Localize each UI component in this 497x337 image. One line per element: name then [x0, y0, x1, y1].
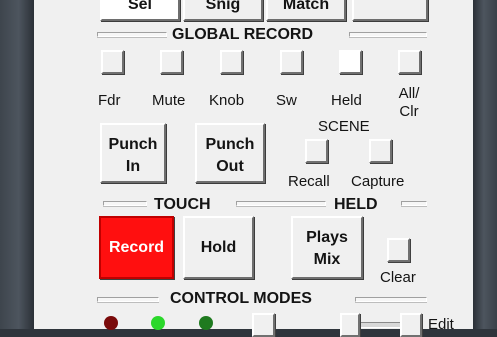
global-record-all-clr-toggle[interactable] [398, 50, 421, 74]
punch-in-label-line2: In [125, 158, 141, 175]
hold-button[interactable]: Hold [183, 216, 254, 279]
header-line [97, 297, 159, 302]
led-indicator-green [151, 316, 165, 330]
scene-label: SCENE [318, 118, 370, 135]
edit-label: Edit [428, 316, 454, 333]
capture-label: Capture [351, 173, 405, 190]
global-record-held-toggle[interactable] [339, 50, 362, 74]
punch-out-label-line1: Punch [205, 136, 255, 153]
clear-button[interactable] [387, 238, 410, 262]
header-line [103, 201, 147, 206]
top-button-snig[interactable]: Snig [183, 0, 263, 21]
top-button-label: Match [282, 0, 330, 13]
record-label: Record [108, 239, 165, 256]
fdr-label: Fdr [98, 92, 121, 109]
all-clr-label-line2: Clr [399, 103, 419, 120]
record-button[interactable]: Record [99, 216, 174, 279]
led-indicator-red [104, 316, 118, 330]
clear-label: Clear [380, 269, 416, 286]
knob-label: Knob [209, 92, 245, 109]
punch-out-label-line2: Out [216, 158, 244, 175]
scene-recall-button[interactable] [305, 139, 328, 163]
touch-header: TOUCH [154, 196, 211, 213]
header-line [355, 297, 427, 302]
top-button-label: Sel [127, 0, 152, 13]
plays-mix-label-line1: Plays [306, 229, 348, 246]
scene-capture-button[interactable] [369, 139, 392, 163]
top-button-blank[interactable] [352, 0, 428, 21]
hold-label: Hold [200, 239, 237, 256]
global-record-sw-toggle[interactable] [280, 50, 303, 74]
plays-mix-label-line2: Mix [313, 251, 341, 268]
punch-out-button[interactable]: Punch Out [195, 123, 265, 183]
top-button-label: Snig [205, 0, 241, 13]
global-record-mute-toggle[interactable] [160, 50, 183, 74]
header-line [401, 201, 427, 206]
global-record-fdr-toggle[interactable] [101, 50, 124, 74]
top-button-sel[interactable]: Sel [100, 0, 180, 21]
control-mode-toggle[interactable] [252, 313, 275, 337]
top-button-match[interactable]: Match [266, 0, 346, 21]
edit-slider-thumb[interactable] [340, 313, 360, 337]
led-indicator-dark-green [199, 316, 213, 330]
global-record-knob-toggle[interactable] [220, 50, 243, 74]
held-header: HELD [334, 196, 378, 213]
sw-label: Sw [276, 92, 297, 109]
global-record-header: GLOBAL RECORD [172, 26, 314, 43]
recall-label: Recall [288, 173, 330, 190]
edit-slider-end[interactable] [400, 313, 422, 337]
window-frame-left [0, 0, 34, 329]
header-line [349, 32, 427, 37]
window-frame-right [473, 0, 497, 329]
held-label: Held [331, 92, 362, 109]
mute-label: Mute [152, 92, 186, 109]
control-modes-header: CONTROL MODES [170, 290, 312, 307]
plays-mix-button[interactable]: Plays Mix [291, 216, 363, 279]
punch-in-button[interactable]: Punch In [100, 123, 166, 183]
all-clr-label-line1: All/ [398, 85, 420, 102]
header-line [236, 201, 326, 206]
punch-in-label-line1: Punch [108, 136, 158, 153]
header-line [97, 32, 167, 37]
